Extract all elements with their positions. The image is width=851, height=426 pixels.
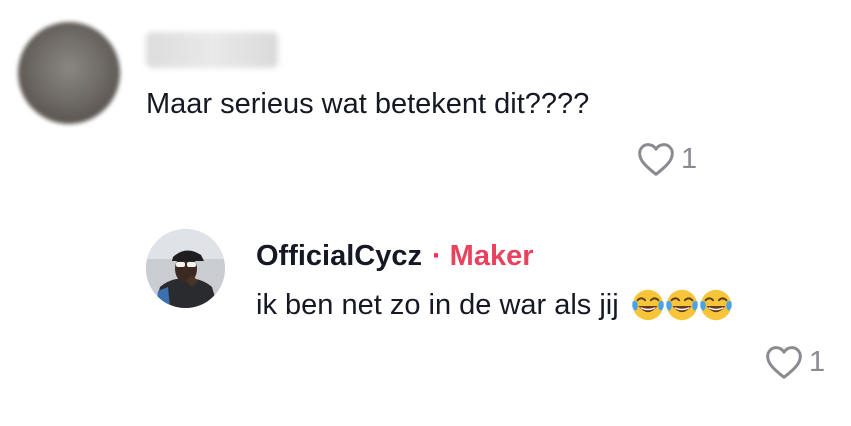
reply-like-count: 1 — [809, 346, 826, 378]
comment-like-button[interactable]: 1 — [636, 140, 697, 178]
face-with-tears-of-joy-icon — [665, 289, 698, 321]
commenter-username-redacted[interactable] — [146, 32, 278, 68]
comment-like-count: 1 — [681, 143, 698, 175]
badge-separator: · — [432, 240, 442, 272]
reply-text-row: ik ben net zo in de war als jij — [256, 285, 732, 325]
heart-outline-icon — [766, 346, 802, 379]
face-with-tears-of-joy-icon — [699, 289, 732, 321]
creator-badge: Maker — [449, 240, 534, 272]
face-with-tears-of-joy-icon — [631, 289, 664, 321]
reply-author-avatar[interactable] — [146, 229, 225, 308]
heart-outline-icon — [638, 143, 674, 176]
reply-header: OfficialCycz · Maker — [256, 236, 534, 276]
emoji-group — [629, 286, 732, 324]
reply-like-button[interactable]: 1 — [764, 343, 825, 381]
comment-text: Maar serieus wat betekent dit???? — [146, 88, 590, 120]
reply-text: ik ben net zo in de war als jij — [256, 289, 619, 321]
commenter-avatar[interactable] — [18, 22, 120, 124]
avatar-photo — [146, 229, 225, 308]
reply-author-name[interactable]: OfficialCycz — [256, 236, 422, 276]
